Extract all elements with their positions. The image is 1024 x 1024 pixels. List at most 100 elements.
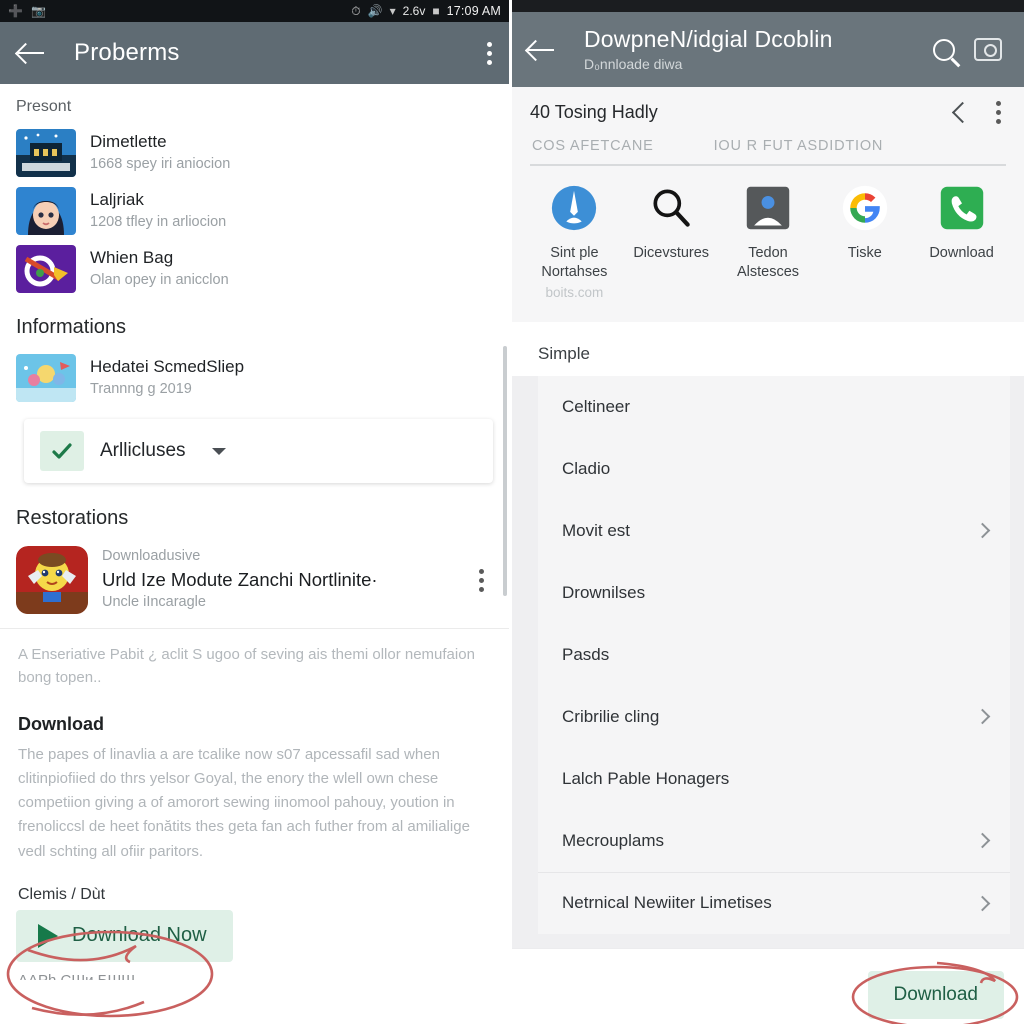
kebab-menu-icon[interactable] — [996, 101, 1002, 124]
download-now-button[interactable]: Download Now — [16, 909, 233, 962]
download-now-label: Download Now — [72, 924, 207, 947]
app-subtitle: 1668 spey iri aniocion — [90, 156, 231, 173]
page-title: DowpneN/idgial Dcoblin — [584, 26, 833, 53]
right-subheader: 40 Tosing Hadly COS AFETCANE IOU R FUT A… — [512, 87, 1024, 166]
battery-icon: ■ — [432, 4, 440, 18]
list-item[interactable]: Dimetlette 1668 spey iri aniocion — [0, 124, 509, 182]
shortcut-label: Sint ple Nortahses — [541, 244, 608, 281]
shortcut-label: Download — [929, 244, 994, 261]
section-header-present: Presont — [16, 98, 72, 115]
subheader-title: 40 Tosing Hadly — [530, 102, 658, 122]
shortcut-tedon-alstesces[interactable]: Tedon Alstesces — [720, 182, 817, 300]
google-icon — [839, 182, 891, 234]
app-thumbnail — [16, 187, 76, 235]
list-item-label: Celtineer — [562, 396, 631, 416]
list-item-text: Dimetlette 1668 spey iri aniocion — [90, 131, 230, 174]
list-item-label: Cribrilie cling — [562, 706, 660, 726]
page-subtitle: D₀nnloade diwa — [584, 55, 683, 72]
left-status-bar: ➕ 📷 ⏱ 🔊 ▾ 2.6v ■ 17:09 AM — [0, 0, 509, 22]
search-icon[interactable] — [922, 28, 966, 72]
list-item-label: Pasds — [562, 644, 610, 664]
list-item-pasds[interactable]: Pasds — [538, 624, 1010, 686]
chevron-left-icon[interactable] — [951, 101, 974, 124]
play-icon — [38, 923, 58, 948]
shortcut-label: Tedon Alstesces — [736, 244, 800, 281]
shortcut-download[interactable]: Download — [913, 182, 1010, 300]
list-item-drownilses[interactable]: Drownilses — [538, 562, 1010, 624]
list-item[interactable]: Whien Bag Olan opey in anicclon — [0, 240, 509, 298]
chevron-right-icon — [974, 708, 991, 725]
download-item-pretitle: Downloadusive — [102, 548, 201, 565]
right-footer: Download — [512, 947, 1024, 1024]
bottom-cut-text: AAPh СШи БШШ — [0, 962, 509, 980]
back-arrow-icon[interactable] — [526, 38, 556, 62]
list-item-celtineer[interactable]: Celtineer — [538, 376, 1010, 438]
right-status-bar — [512, 0, 1024, 12]
app-name: Hedatei ScmedSliep — [90, 357, 245, 377]
dual-phone-screenshot: ➕ 📷 ⏱ 🔊 ▾ 2.6v ■ 17:09 AM Proberms Preso… — [0, 0, 1024, 1024]
right-phone-pane: DowpneN/idgial Dcoblin D₀nnloade diwa 40… — [512, 0, 1024, 1024]
shortcut-url: boits.com — [545, 284, 604, 300]
shortcut-sint-ple-nortahses[interactable]: Sint ple Nortahses boits.com — [526, 182, 623, 300]
left-app-bar: Proberms — [0, 22, 509, 84]
list-item[interactable]: Hedatei ScmedSliep Trannng g 2019 — [0, 349, 509, 407]
list-item-label: Netrnical Newiiter Limetises — [562, 893, 772, 913]
list-item-movit-est[interactable]: Movit est — [538, 500, 1010, 562]
status-left-icons: ➕ 📷 — [8, 4, 46, 18]
list-item-lalch-pable-honagers[interactable]: Lalch Pable Honagers — [538, 748, 1010, 810]
list-item-netrnical-newiiter-limetises[interactable]: Netrnical Newiiter Limetises — [538, 871, 1010, 934]
tab-iou-r-fut-asdidtion[interactable]: IOU R FUT ASDIDTION — [714, 138, 884, 154]
volume-icon: 🔊 — [367, 4, 383, 18]
search-icon — [645, 182, 697, 234]
settings-list: Celtineer Cladio Movit est Drownilses Pa… — [538, 375, 1010, 934]
right-title-block: DowpneN/idgial Dcoblin D₀nnloade diwa — [584, 26, 922, 72]
list-item-cribrilie-cling[interactable]: Cribrilie cling — [538, 686, 1010, 748]
left-scroll-body[interactable]: Presont Dimetlette 1668 spey iri aniocio… — [0, 84, 509, 1024]
list-item-label: Lalch Pable Honagers — [562, 768, 730, 788]
tab-cos-afetcane[interactable]: COS AFETCANE — [532, 138, 654, 154]
list-item-mecrouplams[interactable]: Mecrouplams — [538, 810, 1010, 872]
download-button[interactable]: Download — [867, 970, 1004, 1019]
chevron-right-icon — [974, 895, 991, 911]
shortcut-label: Dicevstures — [633, 244, 710, 261]
shortcut-row: Sint ple Nortahses boits.com Dicevstures… — [512, 165, 1024, 322]
check-icon — [40, 431, 84, 471]
left-phone-pane: ➕ 📷 ⏱ 🔊 ▾ 2.6v ■ 17:09 AM Proberms Preso… — [0, 0, 512, 1024]
app-name: Laljriak — [90, 190, 144, 210]
back-arrow-icon[interactable] — [16, 41, 46, 65]
compass-icon — [548, 182, 600, 234]
filter-card[interactable]: Arllicluses — [24, 419, 493, 483]
wifi-icon: ▾ — [389, 4, 396, 18]
section-header-restorations: Restorations — [16, 507, 129, 529]
camera-icon[interactable] — [966, 28, 1010, 72]
data-rate-label: 2.6v — [402, 4, 426, 18]
kebab-menu-icon[interactable] — [487, 41, 493, 65]
scrollbar[interactable] — [503, 346, 507, 596]
contact-icon — [742, 182, 794, 234]
alarm-icon: ⏱ — [351, 3, 361, 18]
app-subtitle: 1208 tfley in arliocion — [90, 214, 227, 231]
download-item-text: Downloadusive Urld Ize Modute Zanchi Nor… — [102, 546, 378, 614]
list-item-label: Movit est — [562, 520, 631, 540]
download-item-title: Urld Ize Modute Zanchi Nortlinite· — [102, 568, 378, 590]
page-title: Proberms — [74, 39, 180, 66]
download-item-subtitle: Uncle iIncaragle — [102, 594, 206, 611]
download-list-item[interactable]: Downloadusive Urld Ize Modute Zanchi Nor… — [0, 540, 509, 624]
download-now-wrap: Download Now — [0, 909, 509, 962]
download-item-kebab[interactable] — [479, 568, 493, 592]
app-subtitle: Trannng g 2019 — [90, 381, 192, 398]
list-item-text: Whien Bag Olan opey in anicclon — [90, 247, 229, 290]
list-item-cladio[interactable]: Cladio — [538, 438, 1010, 500]
app-subtitle: Olan opey in anicclon — [90, 272, 229, 289]
app-thumbnail — [16, 245, 76, 293]
caret-down-icon[interactable] — [211, 447, 226, 455]
shortcut-tiske[interactable]: Tiske — [816, 182, 913, 300]
shortcut-dicevstures[interactable]: Dicevstures — [623, 182, 720, 300]
right-app-bar: DowpneN/idgial Dcoblin D₀nnloade diwa — [512, 12, 1024, 87]
section-header-informations: Informations — [16, 316, 127, 338]
list-item-label: Cladio — [562, 458, 611, 478]
status-right-icons: ⏱ 🔊 ▾ 2.6v ■ 17:09 AM — [351, 4, 501, 19]
list-header-simple: Simple — [512, 321, 1024, 376]
clemis-label: Clemis / Dùt — [18, 885, 106, 903]
list-item[interactable]: Laljriak 1208 tfley in arliocion — [0, 182, 509, 240]
